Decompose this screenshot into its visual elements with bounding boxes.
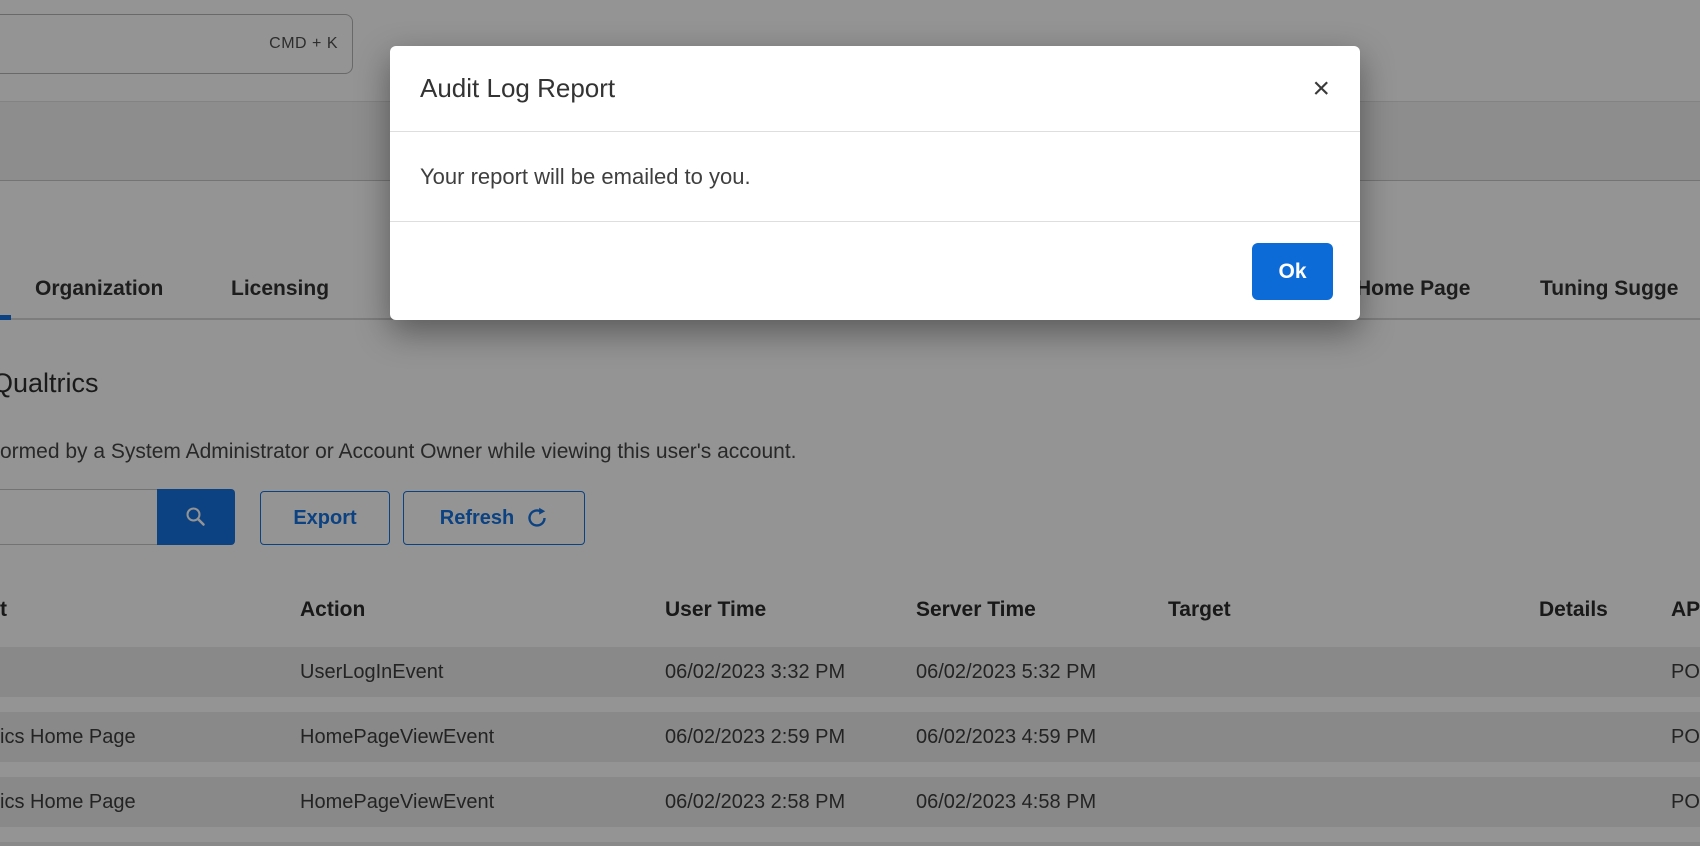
dialog-footer: Ok (390, 222, 1360, 319)
dialog-message: Your report will be emailed to you. (420, 164, 751, 190)
dialog-title: Audit Log Report (420, 73, 615, 104)
screen: CMD + K Organization Licensing Home Page… (0, 0, 1700, 846)
dialog-header: Audit Log Report × (390, 46, 1360, 132)
close-icon[interactable]: × (1312, 74, 1330, 104)
ok-button[interactable]: Ok (1252, 243, 1333, 300)
dialog-body: Your report will be emailed to you. (390, 132, 1360, 222)
audit-log-report-dialog: Audit Log Report × Your report will be e… (390, 46, 1360, 320)
